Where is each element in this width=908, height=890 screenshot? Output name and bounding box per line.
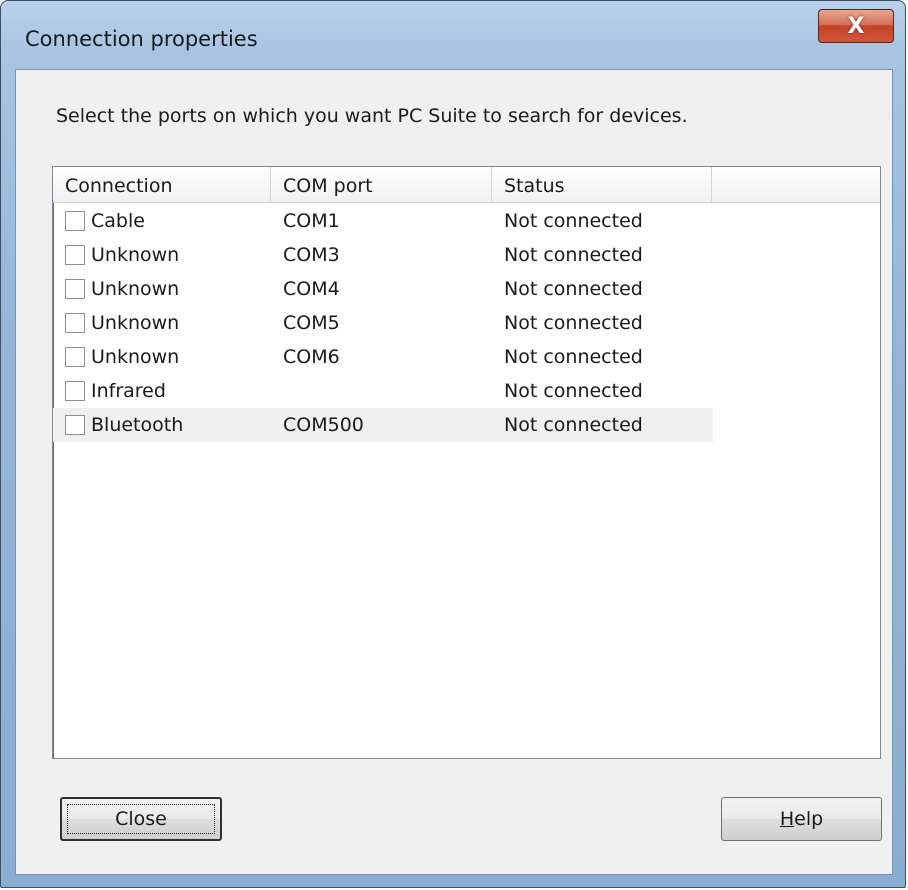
dialog-client-area: Select the ports on which you want PC Su… bbox=[15, 69, 893, 875]
connection-cell: Unknown bbox=[91, 312, 180, 334]
connections-list[interactable]: Connection COM port Status Cable COM1 Not … bbox=[52, 166, 881, 759]
title-bar[interactable]: Connection properties X bbox=[1, 1, 905, 69]
com-port-cell: COM1 bbox=[283, 210, 340, 232]
list-item[interactable]: Infrared Not connected bbox=[53, 374, 713, 408]
row-checkbox[interactable] bbox=[65, 245, 85, 265]
column-header-com-port[interactable]: COM port bbox=[271, 167, 492, 202]
com-port-cell: COM500 bbox=[283, 414, 364, 436]
status-cell: Not connected bbox=[504, 312, 643, 334]
connection-cell: Cable bbox=[91, 210, 145, 232]
close-icon: X bbox=[847, 13, 865, 39]
window-title: Connection properties bbox=[25, 27, 258, 51]
row-checkbox[interactable] bbox=[65, 313, 85, 333]
row-checkbox[interactable] bbox=[65, 211, 85, 231]
dialog-window: Connection properties X Select the ports… bbox=[0, 0, 906, 888]
instruction-text: Select the ports on which you want PC Su… bbox=[56, 105, 688, 127]
status-cell: Not connected bbox=[504, 380, 643, 402]
com-port-cell: COM4 bbox=[283, 278, 340, 300]
connection-cell: Unknown bbox=[91, 346, 180, 368]
connection-cell: Unknown bbox=[91, 244, 180, 266]
close-button[interactable]: Close bbox=[60, 797, 222, 841]
status-cell: Not connected bbox=[504, 210, 643, 232]
connection-cell: Infrared bbox=[91, 380, 166, 402]
list-item[interactable]: Unknown COM3 Not connected bbox=[53, 238, 713, 272]
com-port-cell: COM6 bbox=[283, 346, 340, 368]
help-button[interactable]: Help bbox=[721, 797, 882, 841]
focus-rectangle bbox=[67, 804, 215, 834]
list-item[interactable]: Unknown COM5 Not connected bbox=[53, 306, 713, 340]
list-item[interactable]: Cable COM1 Not connected bbox=[53, 204, 713, 238]
connection-cell: Bluetooth bbox=[91, 414, 184, 436]
com-port-cell: COM3 bbox=[283, 244, 340, 266]
row-checkbox[interactable] bbox=[65, 347, 85, 367]
list-item[interactable]: Unknown COM6 Not connected bbox=[53, 340, 713, 374]
column-header-connection[interactable]: Connection bbox=[53, 167, 271, 202]
status-cell: Not connected bbox=[504, 278, 643, 300]
column-header-empty bbox=[712, 167, 880, 202]
status-cell: Not connected bbox=[504, 346, 643, 368]
row-checkbox[interactable] bbox=[65, 381, 85, 401]
status-cell: Not connected bbox=[504, 414, 643, 436]
status-cell: Not connected bbox=[504, 244, 643, 266]
list-header: Connection COM port Status bbox=[53, 167, 880, 203]
com-port-cell: COM5 bbox=[283, 312, 340, 334]
connection-cell: Unknown bbox=[91, 278, 180, 300]
column-header-status[interactable]: Status bbox=[492, 167, 712, 202]
row-checkbox[interactable] bbox=[65, 415, 85, 435]
window-close-button[interactable]: X bbox=[818, 9, 894, 43]
row-checkbox[interactable] bbox=[65, 279, 85, 299]
list-item[interactable]: Bluetooth COM500 Not connected bbox=[53, 408, 713, 442]
list-item[interactable]: Unknown COM4 Not connected bbox=[53, 272, 713, 306]
help-button-label: Help bbox=[779, 808, 824, 830]
